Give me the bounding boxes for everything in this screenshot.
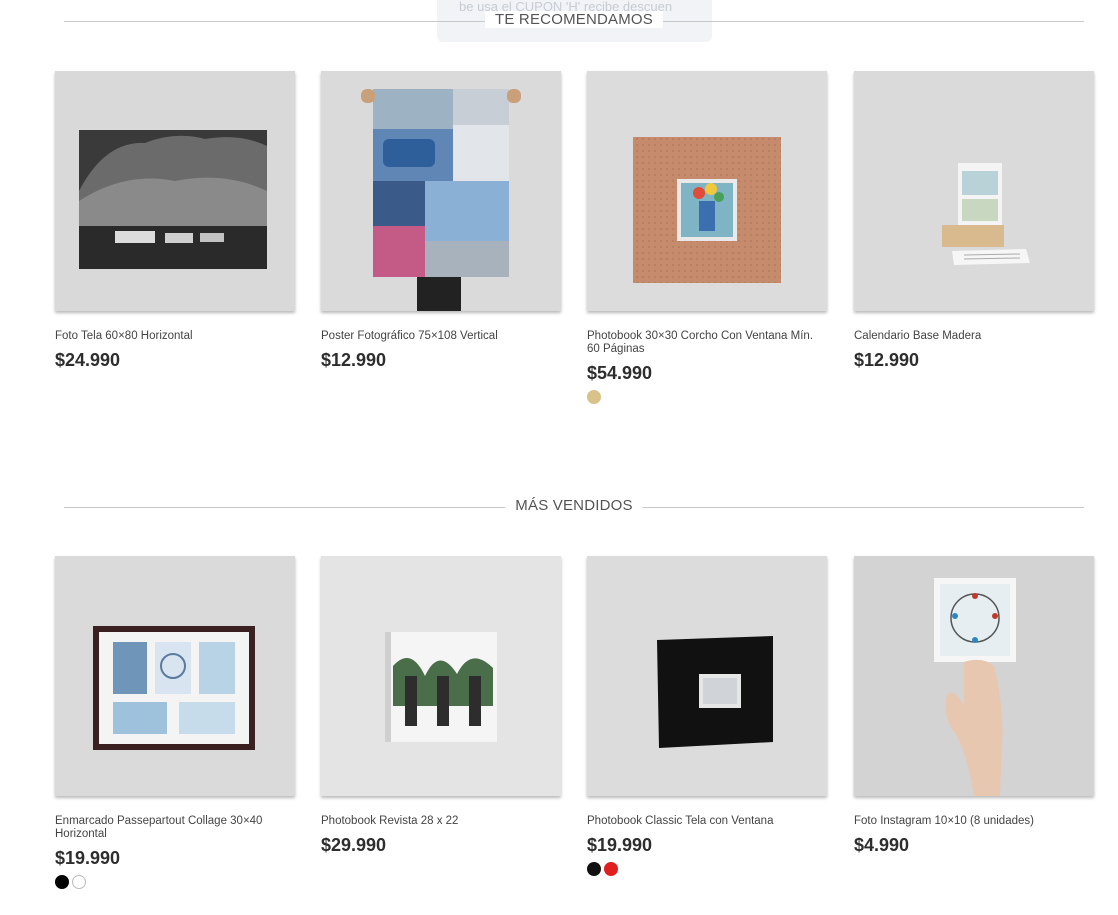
product-name[interactable]: Photobook Classic Tela con Ventana xyxy=(587,815,823,828)
product-price: $24.990 xyxy=(55,350,121,370)
product-image-instagram-prints[interactable] xyxy=(854,556,1094,796)
product-card[interactable]: Photobook 30×30 Corcho Con Ventana Mín. … xyxy=(587,71,827,406)
product-card[interactable]: Foto Instagram 10×10 (8 unidades) $4.990 xyxy=(854,556,1094,856)
product-image-classic-photobook[interactable] xyxy=(587,556,827,796)
section-title: MÁS VENDIDOS xyxy=(505,497,643,514)
product-card[interactable]: Foto Tela 60×80 Horizontal $24.990 xyxy=(55,71,295,371)
section-title: TE RECOMENDAMOS xyxy=(484,11,664,28)
product-price: $12.990 xyxy=(321,350,387,370)
product-price: $12.990 xyxy=(854,350,920,370)
product-card[interactable]: Enmarcado Passepartout Collage 30×40 Hor… xyxy=(55,556,295,891)
product-price: $19.990 xyxy=(55,848,121,868)
product-name[interactable]: Poster Fotográfico 75×108 Vertical xyxy=(321,330,557,343)
product-name[interactable]: Photobook Revista 28 x 22 xyxy=(321,815,557,828)
swatch-beige[interactable] xyxy=(587,389,601,404)
product-image-magazine-photobook[interactable] xyxy=(321,556,561,796)
product-image-passepartout-frame[interactable] xyxy=(55,556,295,796)
product-card[interactable]: Calendario Base Madera $12.990 xyxy=(854,71,1094,371)
color-swatches xyxy=(587,860,827,878)
product-image-poster[interactable] xyxy=(321,71,561,311)
section-heading-bestsellers: MÁS VENDIDOS xyxy=(64,497,1084,517)
swatch-white[interactable] xyxy=(72,874,86,889)
product-name[interactable]: Foto Instagram 10×10 (8 unidades) xyxy=(854,815,1090,828)
product-image-wood-calendar[interactable] xyxy=(854,71,1094,311)
product-price: $4.990 xyxy=(854,835,910,855)
swatch-red[interactable] xyxy=(604,861,618,876)
product-image-cork-photobook[interactable] xyxy=(587,71,827,311)
color-swatches xyxy=(587,388,827,406)
product-name[interactable]: Calendario Base Madera xyxy=(854,330,1090,343)
color-swatches xyxy=(55,873,295,891)
product-card[interactable]: Poster Fotográfico 75×108 Vertical $12.9… xyxy=(321,71,561,371)
product-card[interactable]: Photobook Classic Tela con Ventana $19.9… xyxy=(587,556,827,878)
swatch-black[interactable] xyxy=(55,874,69,889)
section-heading-recommended: TE RECOMENDAMOS xyxy=(64,11,1084,31)
product-price: $54.990 xyxy=(587,363,653,383)
swatch-black[interactable] xyxy=(587,861,601,876)
product-price: $19.990 xyxy=(587,835,653,855)
product-name[interactable]: Enmarcado Passepartout Collage 30×40 Hor… xyxy=(55,815,291,841)
product-image-canvas-print[interactable] xyxy=(55,71,295,311)
product-name[interactable]: Photobook 30×30 Corcho Con Ventana Mín. … xyxy=(587,330,823,356)
product-card[interactable]: Photobook Revista 28 x 22 $29.990 xyxy=(321,556,561,856)
product-price: $29.990 xyxy=(321,835,387,855)
product-name[interactable]: Foto Tela 60×80 Horizontal xyxy=(55,330,291,343)
